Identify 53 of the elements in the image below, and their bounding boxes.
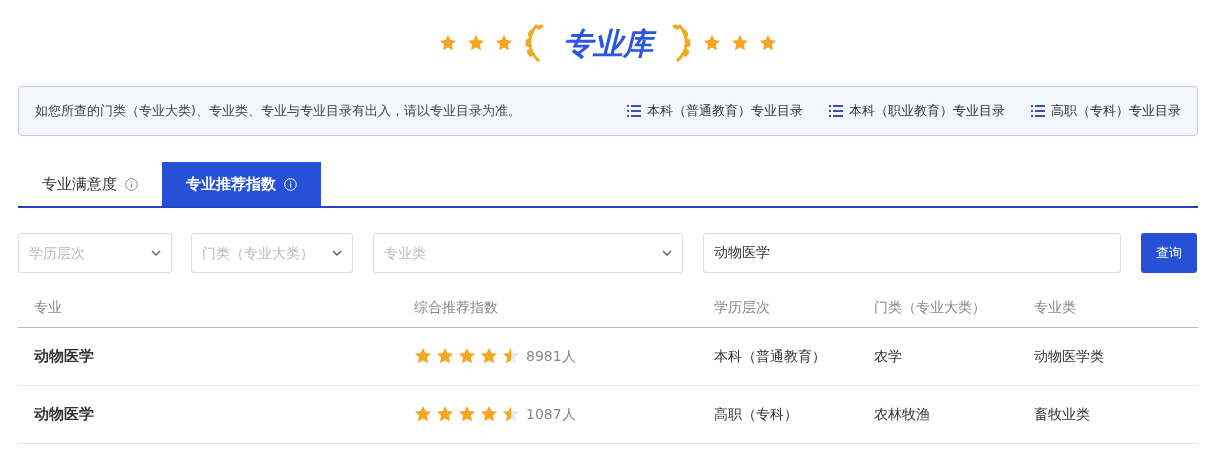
- star-icon: [467, 34, 485, 52]
- chevron-down-icon: [151, 249, 161, 257]
- column-header: 综合推荐指数: [398, 289, 698, 327]
- star-icon: [458, 405, 476, 424]
- catalog-link[interactable]: 本科（职业教育）专业目录: [829, 101, 1005, 121]
- laurel-icon: [671, 21, 693, 65]
- star-icon: [703, 34, 721, 52]
- rating-count: 1087人: [526, 405, 576, 422]
- major-name: 动物医学: [18, 327, 398, 385]
- list-icon: [829, 104, 843, 118]
- notice-text: 如您所查的门类（专业大类)、专业类、专业与专业目录有出入，请以专业目录为准。: [35, 101, 522, 120]
- column-header: 专业类: [1018, 289, 1198, 327]
- rating-count: 8981人: [526, 347, 576, 364]
- table-cell: 农林牧渔: [858, 385, 1018, 443]
- table-cell: 畜牧业类: [1018, 385, 1198, 443]
- chevron-down-icon: [662, 249, 672, 257]
- star-icon: [495, 34, 513, 52]
- query-button[interactable]: 查询: [1141, 233, 1197, 273]
- placeholder-text: 专业类: [384, 243, 426, 263]
- list-icon: [627, 104, 641, 118]
- star-icon: [731, 34, 749, 52]
- catalog-link[interactable]: 高职（专科）专业目录: [1031, 101, 1181, 121]
- list-icon: [1031, 104, 1045, 118]
- star-icon: [759, 34, 777, 52]
- placeholder-text: 学历层次: [29, 243, 85, 263]
- star-icon: [502, 405, 520, 424]
- star-icon: [502, 347, 520, 366]
- table-cell: 本科（普通教育）: [698, 327, 858, 385]
- placeholder-text: 门类（专业大类）: [202, 243, 314, 263]
- major-name: 动物医学: [18, 385, 398, 443]
- info-icon: [284, 177, 297, 191]
- info-icon: [125, 177, 138, 191]
- chevron-down-icon: [332, 249, 342, 257]
- page-title: 专业库: [555, 20, 661, 66]
- star-icon: [414, 405, 432, 424]
- star-icon: [414, 347, 432, 366]
- table-cell: 农学: [858, 327, 1018, 385]
- star-icon: [436, 405, 454, 424]
- star-icon: [480, 405, 498, 424]
- table-cell: 高职（专科）: [698, 385, 858, 443]
- laurel-icon: [523, 21, 545, 65]
- star-icon: [480, 347, 498, 366]
- search-field[interactable]: 动物医学: [703, 233, 1121, 273]
- catalog-link[interactable]: 本科（普通教育）专业目录: [627, 101, 803, 121]
- column-header: 学历层次: [698, 289, 858, 327]
- column-header: 门类（专业大类）: [858, 289, 1018, 327]
- column-header: 专业: [18, 289, 398, 327]
- tab[interactable]: 专业推荐指数: [162, 162, 321, 206]
- star-icon: [458, 347, 476, 366]
- table-cell: 动物医学类: [1018, 327, 1198, 385]
- star-icon: [436, 347, 454, 366]
- tab[interactable]: 专业满意度: [18, 162, 162, 206]
- star-icon: [439, 34, 457, 52]
